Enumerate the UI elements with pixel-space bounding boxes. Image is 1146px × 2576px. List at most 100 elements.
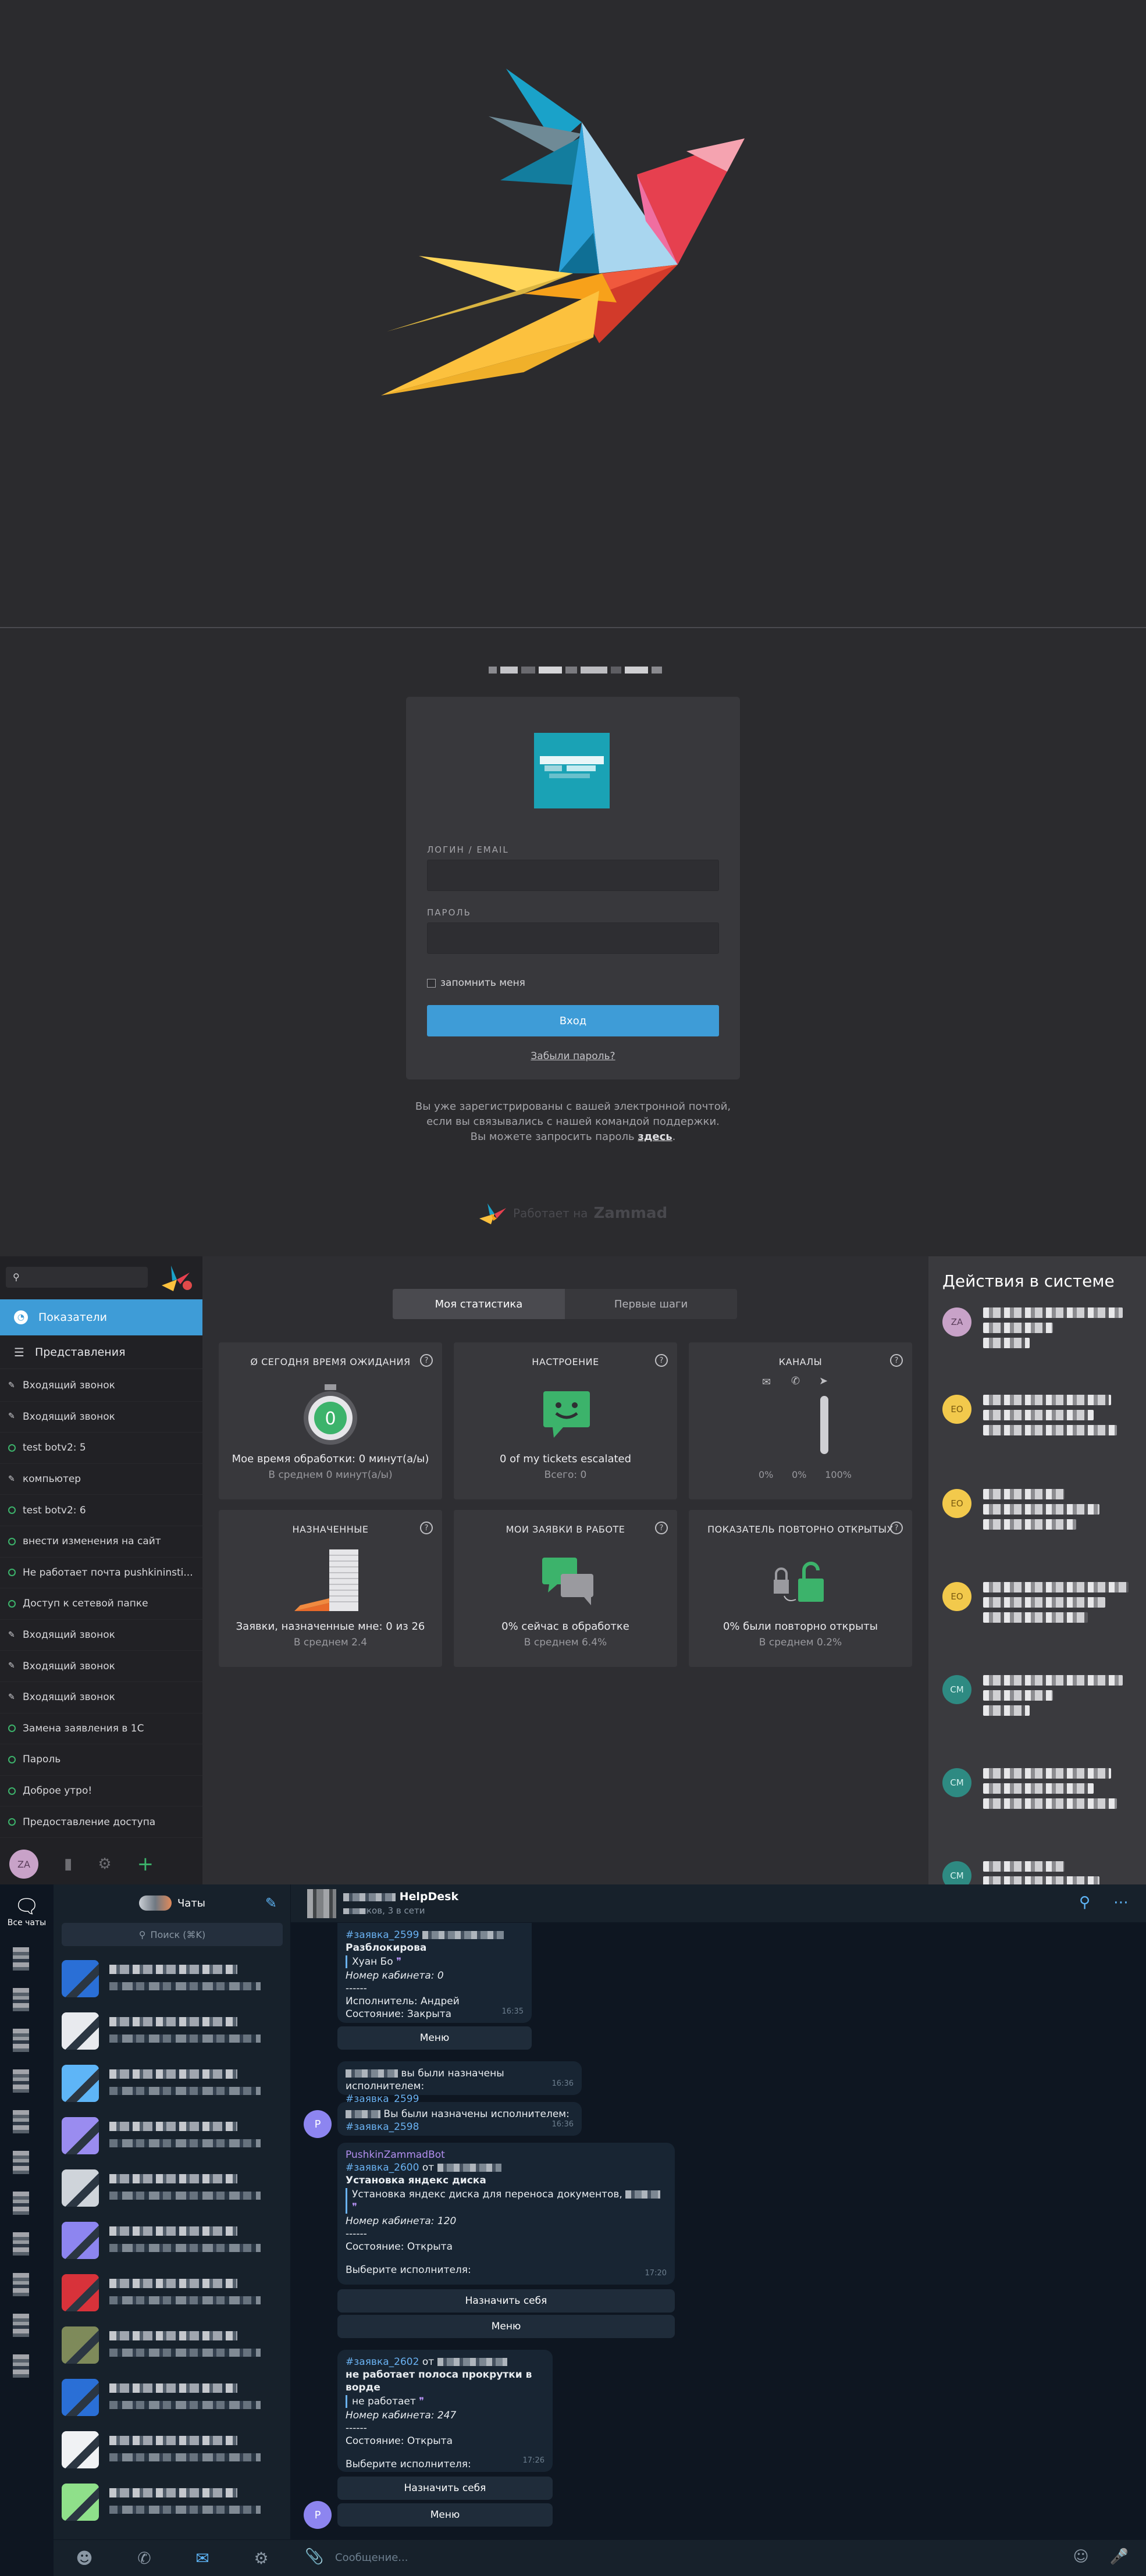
activity-item[interactable]: CM [942,1675,1134,1745]
settings-icon[interactable]: ⚙ [254,2549,269,2568]
ticket-item[interactable]: ✎ компьютер [0,1464,202,1495]
reports-icon[interactable]: ▮ [64,1855,72,1873]
avatar[interactable]: CM [942,1768,971,1797]
chat-list-item[interactable] [54,2004,291,2055]
ticket-item[interactable]: Пароль [0,1744,202,1776]
folder-item[interactable] [13,2273,29,2296]
emoji-icon[interactable]: ☺ [1073,2548,1089,2566]
menu-button[interactable]: Меню [337,2315,675,2338]
ticket-item[interactable]: Предоставление доступа [0,1807,202,1838]
chat-list-item[interactable] [54,2214,291,2265]
activity-item[interactable]: ZA [942,1307,1134,1377]
search-input[interactable]: ⚲ Поиск (⌘K) [62,1923,283,1946]
activity-item[interactable]: EO [942,1395,1134,1465]
assign-self-button[interactable]: Назначить себя [337,2477,553,2500]
password-input[interactable] [427,922,719,954]
chat-header[interactable]: HelpDesk ков, 3 в сети ⚲ ⋯ [291,1884,1146,1923]
avatar[interactable]: CM [942,1675,971,1704]
message-bubble[interactable]: Вы были назначены исполнителем: #заявка_… [337,2102,582,2136]
chat-list-item[interactable] [54,1952,291,2003]
gear-icon[interactable]: ⚙ [98,1855,111,1873]
remember-me[interactable]: запомнить меня [427,977,525,989]
help-icon[interactable]: ? [655,1354,668,1367]
avatar[interactable]: ZA [942,1307,971,1337]
bot-name[interactable]: PushkinZammadBot [346,2149,667,2161]
login-button[interactable]: Вход [427,1005,719,1036]
help-icon[interactable]: ? [890,1522,903,1534]
avatar[interactable]: EO [942,1582,971,1611]
username-input[interactable] [427,860,719,891]
folder-item[interactable] [13,2232,29,2256]
folder-item[interactable] [13,1947,29,1971]
more-icon[interactable]: ⋯ [1113,1894,1129,1911]
calls-icon[interactable]: ✆ [137,2549,151,2568]
activity-item[interactable]: EO [942,1582,1134,1652]
activity-item[interactable]: EO [942,1489,1134,1559]
folder-item[interactable] [13,2110,29,2133]
ticket-link[interactable]: #заявка_2598 [346,2121,574,2133]
ticket-item[interactable]: ✎ Входящий звонок [0,1370,202,1402]
tab-first-steps[interactable]: Первые шаги [565,1289,737,1319]
folder-item[interactable] [13,1988,29,2011]
folder-item[interactable] [13,2151,29,2174]
all-chats-folder[interactable]: 🗨 Все чаты [0,1895,54,1927]
ticket-link[interactable]: #заявка_2599 [346,1929,419,1941]
message-bubble[interactable]: #заявка_2599 Разблокирова Хуан Бо ❞ Номе… [337,1923,532,2023]
ticket-link[interactable]: #заявка_2600 [346,2162,419,2174]
attach-icon[interactable]: 📎 [305,2548,323,2566]
nav-dashboard[interactable]: ◔ Показатели [0,1299,202,1335]
help-icon[interactable]: ? [890,1354,903,1367]
search-icon[interactable]: ⚲ [1079,1894,1090,1911]
remember-checkbox[interactable] [427,978,436,988]
avatar[interactable]: P [304,2110,332,2138]
story-avatars[interactable] [138,1896,172,1911]
chat-list-item[interactable] [54,2423,291,2474]
search-input[interactable]: ⚲ [6,1267,148,1288]
ticket-item[interactable]: test botv2: 5 [0,1433,202,1464]
ticket-item[interactable]: ✎ Входящий звонок [0,1682,202,1713]
ticket-item[interactable]: Замена заявления в 1С [0,1713,202,1745]
chat-list-item[interactable] [54,2161,291,2212]
powered-by[interactable]: Работает на Zammad [477,1201,667,1225]
folder-item[interactable] [13,2192,29,2215]
ticket-item[interactable]: ✎ Входящий звонок [0,1402,202,1433]
avatar[interactable]: EO [942,1395,971,1424]
ticket-link[interactable]: #заявка_2602 [346,2356,419,2368]
group-avatar[interactable] [307,1889,336,1918]
help-icon[interactable]: ? [655,1522,668,1534]
chat-list-item[interactable] [54,2318,291,2370]
folder-item[interactable] [13,2029,29,2052]
avatar[interactable]: ZA [9,1850,38,1879]
chat-list-item[interactable] [54,2475,291,2527]
ticket-item[interactable]: ✎ Входящий звонок [0,1651,202,1682]
chat-list-item[interactable] [54,2371,291,2422]
add-icon[interactable]: + [137,1852,154,1876]
contacts-icon[interactable]: ☻ [76,2549,92,2568]
ticket-item[interactable]: Не работает почта pushkininsti... [0,1558,202,1589]
zammad-logo-icon[interactable] [159,1262,194,1292]
assign-self-button[interactable]: Назначить себя [337,2289,675,2313]
menu-button[interactable]: Меню [337,2026,532,2050]
microphone-icon[interactable]: 🎤 [1110,2548,1129,2566]
help-icon[interactable]: ? [420,1354,433,1367]
message-bubble[interactable]: вы были назначены исполнителем: #заявка_… [337,2061,582,2105]
help-icon[interactable]: ? [420,1522,433,1534]
nav-views[interactable]: ☰ Представления [0,1335,202,1369]
folder-item[interactable] [13,2314,29,2337]
ticket-item[interactable]: внести изменения на сайт [0,1526,202,1558]
menu-button[interactable]: Меню [337,2503,553,2527]
avatar[interactable]: EO [942,1489,971,1518]
avatar[interactable]: P [304,2501,332,2529]
folder-item[interactable] [13,2069,29,2093]
message-bubble[interactable]: PushkinZammadBot #заявка_2600 от Установ… [337,2143,675,2285]
folder-item[interactable] [13,2354,29,2378]
ticket-item[interactable]: test botv2: 6 [0,1495,202,1526]
ticket-item[interactable]: Доступ к сетевой папке [0,1588,202,1620]
tab-my-stats[interactable]: Моя статистика [393,1289,565,1319]
chats-tab-icon[interactable]: ✉ [195,2549,209,2568]
chat-list-item[interactable] [54,2266,291,2317]
chat-list-item[interactable] [54,2057,291,2108]
message-bubble[interactable]: #заявка_2602 от не работает полоса прокр… [337,2350,553,2472]
activity-item[interactable]: CM [942,1768,1134,1838]
message-input[interactable]: Сообщение... [335,2552,408,2564]
